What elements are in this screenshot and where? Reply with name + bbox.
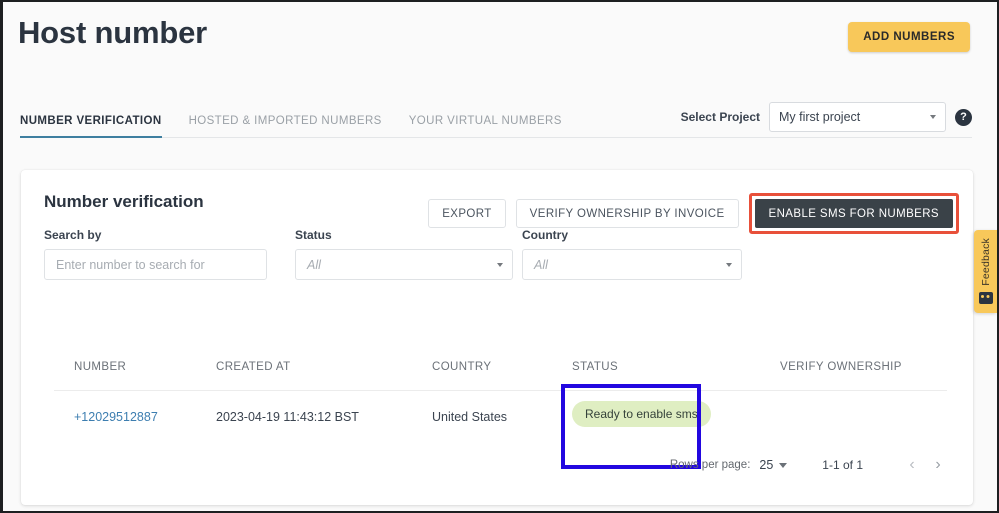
enable-sms-for-numbers-button[interactable]: ENABLE SMS FOR NUMBERS	[754, 199, 953, 228]
search-by-label: Search by	[44, 228, 102, 242]
search-input-wrapper[interactable]	[44, 249, 267, 280]
cell-number[interactable]: +12029512887	[74, 410, 158, 424]
cell-created-at: 2023-04-19 11:43:12 BST	[216, 410, 359, 424]
feedback-camera-icon	[978, 291, 993, 304]
tab-your-virtual-numbers[interactable]: YOUR VIRTUAL NUMBERS	[409, 115, 562, 138]
project-selector-area: Select Project My first project ?	[681, 102, 972, 132]
tab-list: NUMBER VERIFICATION HOSTED & IMPORTED NU…	[20, 100, 589, 138]
chevron-right-icon[interactable]: ›	[925, 452, 951, 478]
add-numbers-button[interactable]: ADD NUMBERS	[848, 22, 970, 52]
page-root: Host number ADD NUMBERS NUMBER VERIFICAT…	[3, 2, 997, 511]
column-header-number: NUMBER	[74, 361, 127, 373]
table-row: +12029512887 2023-04-19 11:43:12 BST Uni…	[54, 384, 947, 469]
status-filter-value: All	[307, 257, 321, 272]
filters-row: Search by Status All Country All	[44, 228, 951, 294]
pagination: Rows per page: 25 1-1 of 1 ‹ ›	[670, 452, 951, 478]
numbers-table: NUMBER CREATED AT COUNTRY STATUS VERIFY …	[54, 353, 947, 469]
country-filter-value: All	[534, 257, 548, 272]
filter-country: Country All	[522, 228, 742, 280]
card-title: Number verification	[44, 192, 204, 211]
help-circle-icon[interactable]: ?	[955, 108, 972, 126]
country-filter-select[interactable]: All	[522, 249, 742, 280]
page-header: Host number ADD NUMBERS	[3, 2, 997, 98]
status-filter-select[interactable]: All	[295, 249, 513, 280]
column-header-verify-ownership: VERIFY OWNERSHIP	[780, 361, 902, 373]
project-select[interactable]: My first project	[769, 102, 946, 132]
table-header-row: NUMBER CREATED AT COUNTRY STATUS VERIFY …	[54, 353, 947, 391]
verify-ownership-by-invoice-button[interactable]: VERIFY OWNERSHIP BY INVOICE	[515, 199, 739, 228]
export-button[interactable]: EXPORT	[428, 199, 506, 228]
tab-number-verification[interactable]: NUMBER VERIFICATION	[20, 115, 162, 138]
chevron-down-icon	[497, 262, 503, 267]
country-filter-label: Country	[522, 228, 568, 242]
search-input[interactable]	[56, 257, 255, 272]
column-header-country: COUNTRY	[432, 361, 492, 373]
pagination-range: 1-1 of 1	[822, 458, 863, 472]
column-header-created-at: CREATED AT	[216, 361, 291, 373]
tabs-row: NUMBER VERIFICATION HOSTED & IMPORTED NU…	[3, 100, 997, 140]
select-project-label: Select Project	[680, 110, 760, 124]
tab-hosted-imported-numbers[interactable]: HOSTED & IMPORTED NUMBERS	[189, 115, 382, 138]
rows-per-page-value: 25	[759, 458, 774, 472]
filter-status: Status All	[295, 228, 513, 280]
chevron-down-icon	[779, 462, 788, 468]
feedback-label: Feedback	[979, 238, 992, 286]
column-header-status: STATUS	[572, 361, 619, 373]
chevron-down-icon	[726, 262, 732, 267]
status-badge: Ready to enable sms	[572, 401, 711, 427]
number-verification-card: Number verification EXPORT VERIFY OWNERS…	[21, 170, 973, 505]
cell-country: United States	[432, 410, 508, 424]
status-filter-label: Status	[295, 228, 332, 242]
chevron-left-icon[interactable]: ‹	[899, 452, 925, 478]
filter-search-by: Search by	[44, 228, 267, 280]
chevron-down-icon	[930, 115, 936, 119]
rows-per-page-select[interactable]: 25	[759, 458, 788, 472]
feedback-tab[interactable]: Feedback	[974, 230, 997, 313]
page-title: Host number	[18, 15, 207, 50]
project-select-value: My first project	[779, 110, 861, 124]
browser-screenshot: Host number ADD NUMBERS NUMBER VERIFICAT…	[0, 0, 999, 513]
rows-per-page-label: Rows per page:	[669, 459, 751, 471]
